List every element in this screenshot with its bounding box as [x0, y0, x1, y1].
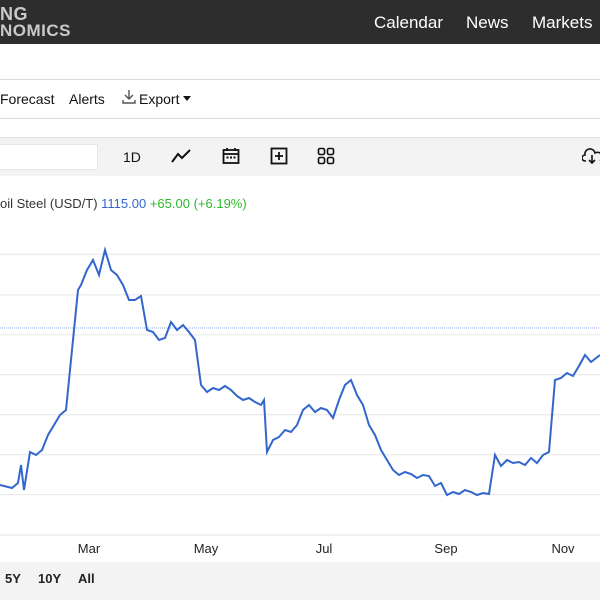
price-chart[interactable]: Mar May Jul Sep Nov	[0, 175, 600, 562]
legend-change: +65.00 (+6.19%)	[149, 196, 247, 211]
chart-toolbar: 1D	[0, 137, 600, 176]
download-icon[interactable]	[122, 89, 136, 105]
x-tick-label: Sep	[434, 541, 457, 556]
export-button[interactable]: Export	[139, 91, 179, 107]
grid-icon[interactable]	[317, 147, 335, 165]
gridlines	[0, 253, 600, 496]
cloud-download-icon[interactable]	[582, 147, 600, 165]
period-1d-button[interactable]: 1D	[123, 149, 141, 165]
x-tick-label: May	[194, 541, 219, 556]
top-navigation: NG NOMICS Calendar News Markets	[0, 0, 600, 44]
nav-news[interactable]: News	[466, 13, 509, 33]
nav-markets[interactable]: Markets	[532, 13, 592, 33]
legend-price: 1115.00	[101, 196, 147, 211]
x-tick-label: Mar	[78, 541, 101, 556]
range-selector: 5Y 10Y All	[0, 562, 600, 600]
forecast-link[interactable]: Forecast	[0, 91, 54, 107]
nav-calendar[interactable]: Calendar	[374, 13, 443, 33]
range-10y-button[interactable]: 10Y	[38, 571, 61, 586]
chevron-down-icon[interactable]	[183, 96, 191, 101]
x-tick-label: Jul	[316, 541, 333, 556]
menu-bar: Forecast Alerts Export	[0, 79, 600, 119]
series-line	[0, 246, 600, 497]
legend-series-name: oil Steel (USD/T)	[0, 196, 98, 211]
line-chart-icon[interactable]	[171, 147, 191, 165]
x-axis-ticks: Mar May Jul Sep Nov	[78, 541, 575, 556]
logo-line2[interactable]: NOMICS	[0, 21, 71, 41]
range-all-button[interactable]: All	[78, 571, 95, 586]
calendar-icon[interactable]	[222, 147, 240, 165]
range-5y-button[interactable]: 5Y	[5, 571, 21, 586]
chart-legend: oil Steel (USD/T) 1115.00 +65.00 (+6.19%…	[0, 196, 247, 211]
search-input[interactable]	[0, 144, 98, 170]
add-series-icon[interactable]	[270, 147, 288, 165]
alerts-link[interactable]: Alerts	[69, 91, 105, 107]
x-tick-label: Nov	[551, 541, 575, 556]
